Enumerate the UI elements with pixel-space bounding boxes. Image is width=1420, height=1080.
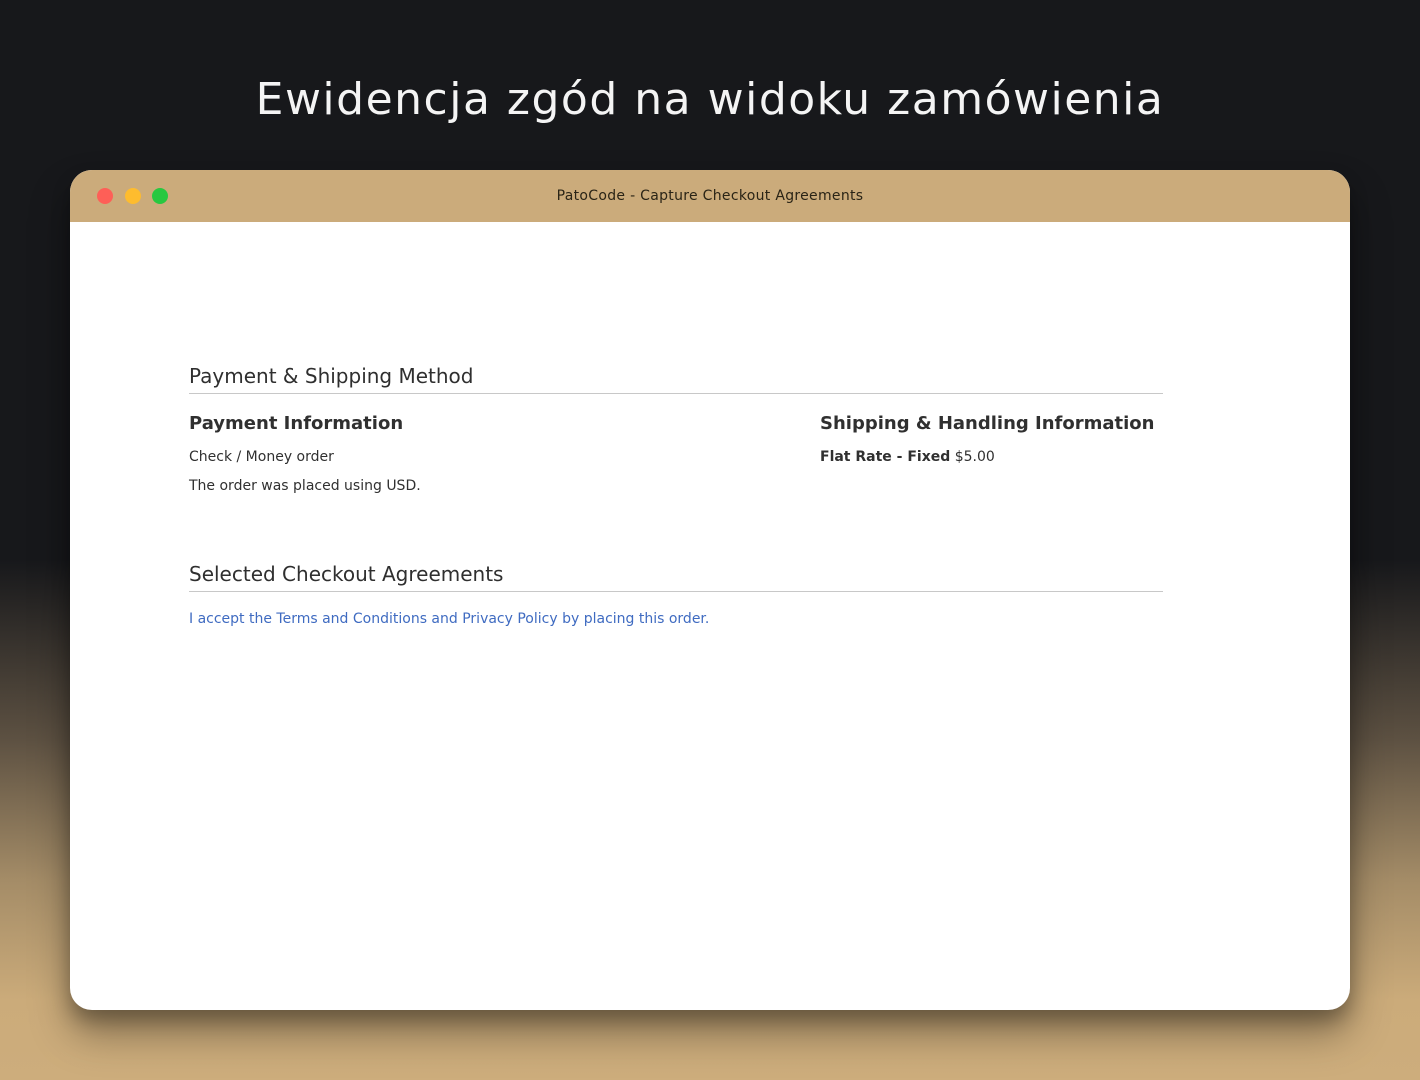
order-currency-note: The order was placed using USD. [189,478,421,494]
hero-title: Ewidencja zgód na widoku zamówienia [255,74,1165,125]
payment-shipping-section-title: Payment & Shipping Method [189,363,1163,394]
payment-information-title: Payment Information [189,413,404,434]
window-title: PatoCode - Capture Checkout Agreements [556,188,864,204]
checkout-agreements-section-title: Selected Checkout Agreements [189,561,1163,592]
shipping-price: $5.00 [954,449,995,465]
payment-method: Check / Money order [189,449,334,465]
shipping-method-line: Flat Rate - Fixed $5.00 [820,448,1163,466]
app-window: PatoCode - Capture Checkout Agreements P… [70,170,1350,1010]
shipping-method-label: Flat Rate - Fixed [820,449,951,465]
shipping-information-title: Shipping & Handling Information [820,413,1155,434]
shipping-information-block: Shipping & Handling Information Flat Rat… [820,412,1163,466]
window-titlebar[interactable]: PatoCode - Capture Checkout Agreements [70,170,1350,222]
checkout-agreement-link[interactable]: I accept the Terms and Conditions and Pr… [189,610,709,628]
payment-information-block: Payment Information Check / Money order … [189,412,749,495]
